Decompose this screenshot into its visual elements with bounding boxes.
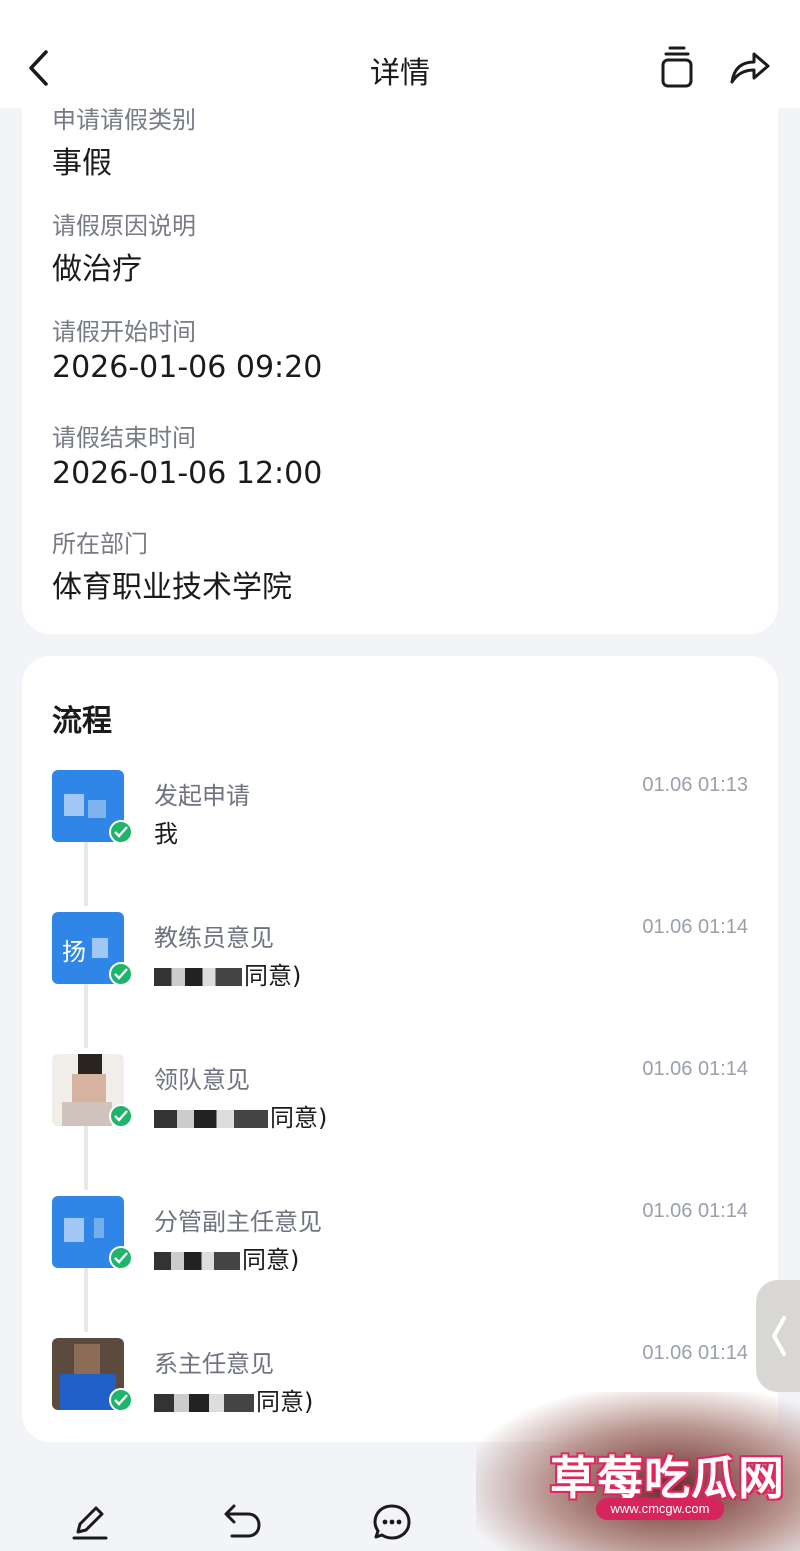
redacted-name: [154, 968, 242, 986]
field-label-department: 所在部门: [52, 530, 148, 558]
step-result: 同意): [154, 956, 301, 991]
approved-check-badge: [109, 1246, 133, 1270]
flow-step: 分管副主任意见 同意) 01.06 01:14: [22, 1196, 778, 1306]
step-time: 01.06 01:14: [642, 1342, 748, 1364]
field-value-start-time: 2026-01-06 09:20: [52, 350, 323, 385]
leave-info-card: 申请请假类别 事假 请假原因说明 做治疗 请假开始时间 2026-01-06 0…: [22, 60, 778, 634]
step-label: 分管副主任意见: [154, 1208, 322, 1236]
step-result-text: 同意): [244, 962, 302, 990]
top-navigation-bar: 详情: [0, 0, 800, 108]
step-result: 同意): [154, 1240, 299, 1275]
approved-check-badge: [109, 820, 133, 844]
check-icon: [114, 1252, 128, 1264]
undo-icon: [224, 1504, 261, 1538]
side-drawer-handle[interactable]: [756, 1280, 800, 1392]
check-icon: [114, 968, 128, 980]
step-label: 系主任意见: [154, 1350, 274, 1378]
flow-step: 扬 教练员意见 同意) 01.06 01:14: [22, 912, 778, 1022]
step-result-text: 同意): [270, 1104, 328, 1132]
approved-check-badge: [109, 1104, 133, 1128]
approved-check-badge: [109, 1388, 133, 1412]
share-icon: [730, 52, 770, 84]
field-value-leave-type: 事假: [52, 146, 112, 181]
check-icon: [114, 1394, 128, 1406]
field-label-reason: 请假原因说明: [52, 212, 196, 240]
field-value-end-time: 2026-01-06 12:00: [52, 456, 323, 491]
comment-icon: [373, 1504, 411, 1540]
field-label-end-time: 请假结束时间: [52, 424, 196, 452]
approved-check-badge: [109, 962, 133, 986]
edit-icon: [72, 1506, 108, 1540]
step-result: 同意): [154, 1098, 327, 1133]
flow-step: 领队意见 同意) 01.06 01:14: [22, 1054, 778, 1164]
flow-title: 流程: [52, 704, 112, 739]
step-result: 同意): [154, 1382, 313, 1417]
watermark-url: www.cmcgw.com: [596, 1498, 724, 1520]
avatar-initial: 扬: [62, 938, 86, 966]
approval-flow-card: 流程 发起申请 我 01.06 01:13 扬 教练员意见 同意) 01.06 …: [22, 656, 778, 1442]
field-value-department: 体育职业技术学院: [52, 570, 292, 605]
redacted-name: [154, 1394, 254, 1412]
check-icon: [114, 826, 128, 838]
copy-icon: [661, 46, 693, 88]
redacted-name: [154, 1110, 268, 1128]
field-value-reason: 做治疗: [52, 252, 142, 287]
chevron-left-icon: [772, 1316, 786, 1356]
edit-button[interactable]: [70, 1502, 110, 1542]
step-time: 01.06 01:14: [642, 1200, 748, 1222]
step-label: 领队意见: [154, 1066, 250, 1094]
step-result: 我: [154, 820, 178, 848]
step-time: 01.06 01:14: [642, 916, 748, 938]
step-time: 01.06 01:14: [642, 1058, 748, 1080]
step-result-text: 同意): [256, 1388, 314, 1416]
redacted-name: [154, 1252, 240, 1270]
copy-button[interactable]: [656, 44, 698, 90]
undo-button[interactable]: [222, 1502, 262, 1542]
check-icon: [114, 1110, 128, 1122]
step-label: 发起申请: [154, 782, 250, 810]
comment-button[interactable]: [372, 1502, 412, 1542]
step-time: 01.06 01:13: [642, 774, 748, 796]
share-button[interactable]: [726, 46, 772, 88]
step-result-text: 同意): [242, 1246, 300, 1274]
step-label: 教练员意见: [154, 924, 274, 952]
field-label-start-time: 请假开始时间: [52, 318, 196, 346]
flow-step: 发起申请 我 01.06 01:13: [22, 770, 778, 880]
